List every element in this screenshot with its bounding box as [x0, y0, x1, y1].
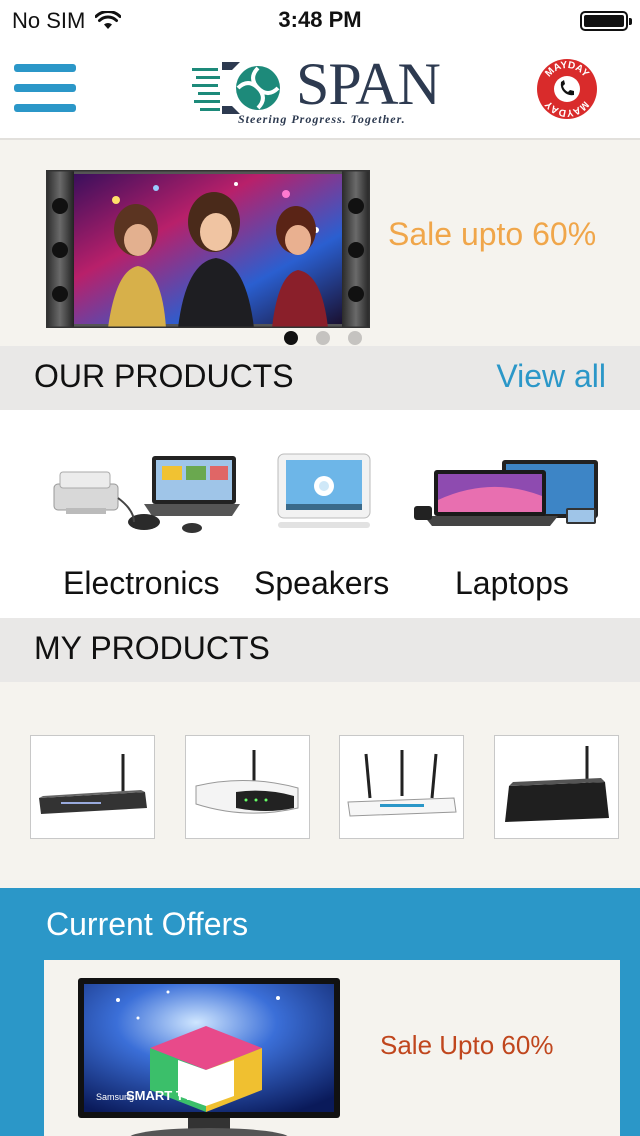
our-products-header: OUR PRODUCTS View all	[0, 346, 640, 410]
carousel-dot[interactable]	[316, 331, 330, 345]
my-product-tile[interactable]	[30, 735, 155, 839]
view-all-link[interactable]: View all	[496, 358, 606, 395]
carousel-dots[interactable]	[284, 331, 362, 345]
offer-card[interactable]: Samsung SMART TV Sale Upto 60%	[44, 960, 620, 1136]
span-logo[interactable]: SPAN Steering Progress. Together.	[192, 52, 454, 130]
menu-bar-icon	[14, 84, 76, 92]
router-image-2	[195, 750, 299, 814]
router-image-3	[347, 750, 457, 817]
offer-sale-text: Sale Upto 60%	[380, 1030, 554, 1060]
mayday-call-icon[interactable]: MAYDAY MAYDAY	[536, 58, 598, 120]
printer-laptop-image	[53, 456, 240, 533]
router-image-1	[39, 754, 147, 814]
current-offers-section: Current Offers Samsung SMART TV Sale Upt…	[0, 888, 640, 1136]
my-products-header: MY PRODUCTS	[0, 618, 640, 682]
carousel-dot-active[interactable]	[284, 331, 298, 345]
party-tv-banner-image	[46, 170, 370, 328]
logo-tagline: Steering Progress. Together.	[238, 112, 406, 126]
promo-banner[interactable]: Sale upto 60%	[0, 142, 640, 346]
section-title: OUR PRODUCTS	[34, 358, 294, 394]
status-bar: No SIM 3:48 PM	[0, 0, 640, 40]
tv-label-text: SMART TV	[126, 1088, 193, 1103]
menu-bar-icon	[14, 104, 76, 112]
battery-icon	[580, 11, 632, 31]
my-product-tile[interactable]	[494, 735, 619, 839]
carousel-dot[interactable]	[348, 331, 362, 345]
logo-wordmark: SPAN	[296, 51, 441, 117]
laptops-image	[414, 460, 598, 526]
span-logo-icon	[192, 62, 280, 114]
clock: 3:48 PM	[278, 7, 362, 32]
tablet-image	[277, 453, 371, 528]
product-label: Electronics	[63, 565, 220, 601]
product-label: Speakers	[254, 565, 390, 601]
router-image-4	[505, 746, 609, 822]
hamburger-menu-button[interactable]	[14, 60, 76, 116]
section-title: MY PRODUCTS	[34, 630, 270, 666]
offers-title: Current Offers	[46, 906, 249, 942]
our-products-list: Electronics Speakers Laptops	[0, 410, 640, 618]
my-products-list	[0, 682, 640, 888]
menu-bar-icon	[14, 64, 76, 72]
my-product-tile[interactable]	[185, 735, 310, 839]
smart-tv-image: Samsung SMART TV	[78, 978, 340, 1136]
banner-sale-text: Sale upto 60%	[388, 216, 597, 252]
product-label: Laptops	[455, 565, 569, 601]
my-product-tile[interactable]	[339, 735, 464, 839]
app-header: SPAN Steering Progress. Together. MAYDAY…	[0, 40, 640, 140]
